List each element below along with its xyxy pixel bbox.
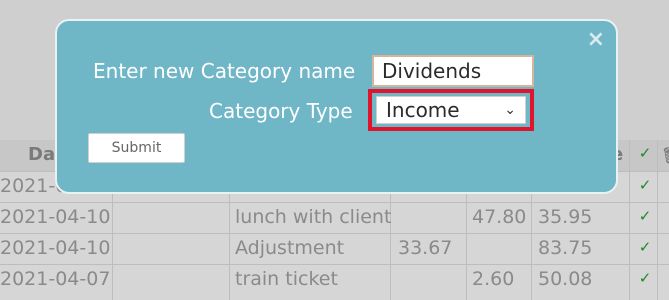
row-in: 33.67 (398, 237, 453, 259)
trash-icon[interactable]: 🗑 (661, 146, 669, 165)
row-description: Adjustment (235, 237, 345, 259)
submit-button[interactable]: Submit (88, 133, 185, 163)
row-balance: 50.08 (538, 268, 593, 290)
checkmark-icon[interactable]: ✓ (635, 269, 655, 287)
row-out: 2.60 (472, 268, 515, 290)
row-description: train ticket (235, 268, 338, 290)
row-balance: 83.75 (538, 237, 593, 259)
checkmark-icon[interactable]: ✓ (635, 176, 655, 194)
row-out: 47.80 (472, 206, 527, 228)
category-name-input[interactable] (372, 55, 534, 87)
row-date: 2021-04-07 (0, 268, 111, 290)
row-date: 2021-04-10 (0, 206, 111, 228)
table-row[interactable]: 2021-04-07 train ticket 2.60 50.08 (0, 264, 669, 296)
category-name-label: Enter new Category name (93, 59, 356, 83)
checkmark-icon[interactable]: ✓ (635, 238, 655, 256)
row-balance: 35.95 (538, 206, 593, 228)
category-type-select[interactable]: Income ⌄ (376, 96, 526, 124)
row-description: lunch with client (235, 206, 392, 228)
close-icon[interactable]: × (587, 27, 605, 52)
checkmark-icon[interactable]: ✓ (635, 207, 655, 225)
chevron-down-icon: ⌄ (504, 102, 516, 118)
table-row[interactable]: 2021-04-10 lunch with client 47.80 35.95 (0, 202, 669, 234)
new-category-modal: × Enter new Category name Category Type … (55, 19, 618, 194)
table-row[interactable]: 2021-04-10 Adjustment 33.67 83.75 (0, 233, 669, 265)
row-date: 2021-04-10 (0, 237, 111, 259)
checkmark-icon[interactable]: ✓ (635, 144, 655, 162)
category-type-label: Category Type (209, 99, 353, 123)
category-type-value: Income (386, 98, 460, 122)
header-date-label: Da (28, 144, 56, 165)
